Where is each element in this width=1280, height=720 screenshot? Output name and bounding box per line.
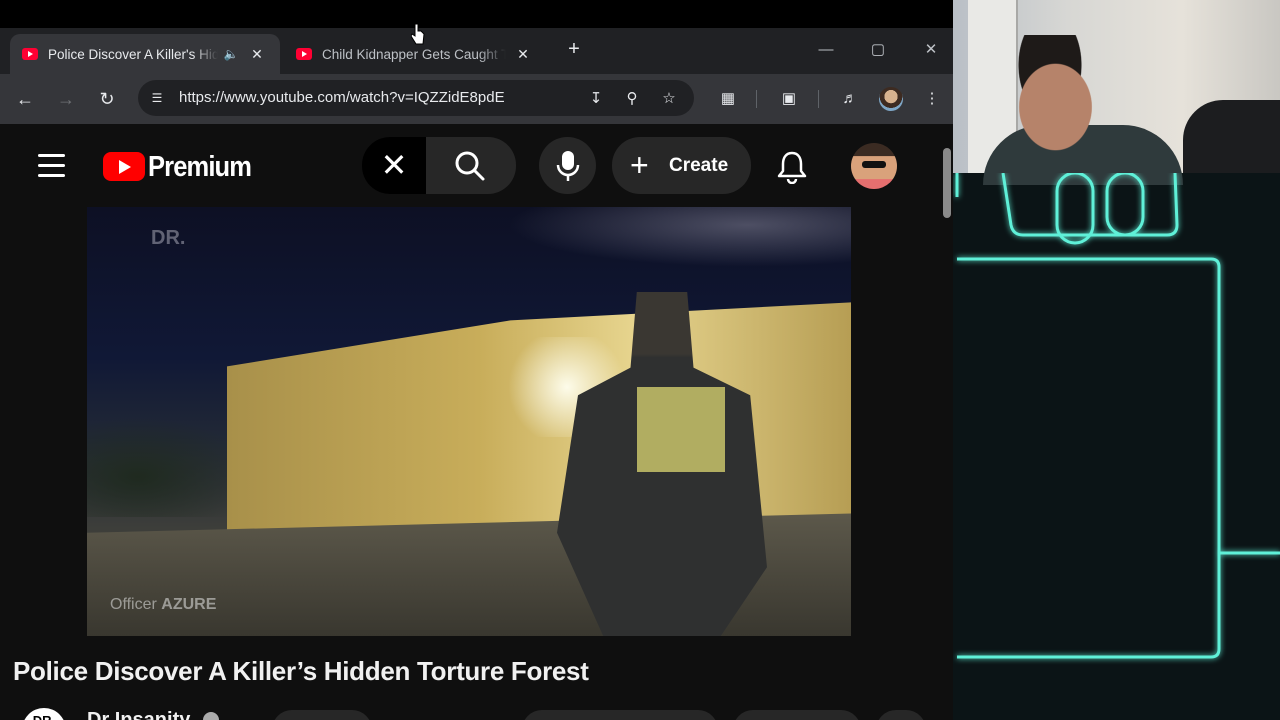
webcam-person-head xyxy=(995,35,1105,155)
reload-icon[interactable]: ↻ xyxy=(94,86,120,112)
video-frame-sky xyxy=(507,207,851,267)
bell-icon[interactable] xyxy=(776,150,808,185)
zoom-icon[interactable]: ⚲ xyxy=(621,88,643,110)
youtube-header: Premium ✕ + Create xyxy=(0,124,940,206)
page-scrollbar[interactable] xyxy=(940,124,953,720)
youtube-page: Premium ✕ + Create DR. Officer AZURE Pol… xyxy=(0,124,953,720)
neon-frame-graphic xyxy=(955,173,1280,659)
verified-icon xyxy=(203,712,219,720)
mic-icon xyxy=(556,151,580,181)
window-close-icon[interactable]: ✕ xyxy=(916,40,946,60)
kebab-menu-icon[interactable]: ⋮ xyxy=(921,88,943,110)
new-tab-button[interactable]: + xyxy=(562,38,586,62)
watermark-caption-prefix: Officer xyxy=(110,596,157,613)
extensions-icon[interactable]: ▦ xyxy=(717,88,739,110)
watermark-caption: Officer AZURE xyxy=(110,596,216,614)
youtube-brand[interactable]: Premium xyxy=(148,151,252,184)
browser-window: Police Discover A Killer's Hidden Tortur… xyxy=(0,0,953,720)
more-actions-button[interactable] xyxy=(876,710,926,720)
hamburger-menu-icon[interactable] xyxy=(38,154,65,177)
site-info-icon[interactable]: ☰ xyxy=(148,89,166,107)
subscribe-button[interactable] xyxy=(272,710,372,720)
webcam-feed xyxy=(953,0,1280,185)
plus-icon: + xyxy=(630,147,649,183)
channel-name[interactable]: Dr Insanity xyxy=(87,709,190,720)
minimize-icon[interactable]: — xyxy=(811,40,841,60)
address-bar[interactable]: ☰ https://www.youtube.com/watch?v=IQZZid… xyxy=(138,80,694,116)
share-button[interactable] xyxy=(733,710,861,720)
tab-title: Child Kidnapper Gets Caught Trying xyxy=(322,46,506,62)
owner-row: DR. Dr Insanity xyxy=(0,704,940,720)
tab-active[interactable]: Police Discover A Killer's Hidden Tortur… xyxy=(10,34,280,74)
search-button[interactable] xyxy=(426,137,516,194)
voice-search-button[interactable] xyxy=(539,137,596,194)
create-label: Create xyxy=(669,155,729,176)
youtube-logo-icon[interactable] xyxy=(103,152,145,181)
tab-strip: Police Discover A Killer's Hidden Tortur… xyxy=(0,0,953,74)
install-icon[interactable]: ↧ xyxy=(585,88,607,110)
screen: Police Discover A Killer's Hidden Tortur… xyxy=(0,0,1280,720)
url-text[interactable]: https://www.youtube.com/watch?v=IQZZidE8… xyxy=(179,89,505,106)
stream-overlay xyxy=(953,0,1280,720)
audio-playing-icon[interactable]: 🔈 xyxy=(222,47,240,61)
scrollbar-thumb[interactable] xyxy=(943,148,951,218)
toolbar-divider xyxy=(818,90,819,108)
close-tab-icon[interactable]: ✕ xyxy=(512,46,534,63)
create-button[interactable]: + Create xyxy=(612,137,751,194)
video-title: Police Discover A Killer’s Hidden Tortur… xyxy=(13,656,589,686)
profile-avatar[interactable] xyxy=(879,87,903,111)
tab-title: Police Discover A Killer's Hidden Tortur… xyxy=(48,46,218,62)
browser-toolbar: ← → ↻ ☰ https://www.youtube.com/watch?v=… xyxy=(0,74,953,124)
reading-list-icon[interactable]: ▣ xyxy=(778,88,800,110)
media-controls-icon[interactable]: ♬ xyxy=(839,88,861,110)
watermark-caption-name: AZURE xyxy=(161,596,217,613)
close-search-button[interactable]: ✕ xyxy=(362,137,426,194)
toolbar-divider xyxy=(756,90,757,108)
webcam-chair xyxy=(1183,100,1280,173)
forward-icon[interactable]: → xyxy=(53,86,79,112)
like-dislike-button[interactable] xyxy=(522,710,718,720)
video-frame-shirt-print xyxy=(637,387,725,472)
account-avatar[interactable] xyxy=(851,143,897,189)
channel-avatar[interactable]: DR. xyxy=(22,708,66,720)
search-icon xyxy=(455,151,485,181)
maximize-icon[interactable]: ▢ xyxy=(863,40,893,60)
close-tab-icon[interactable]: ✕ xyxy=(246,46,268,63)
video-player[interactable]: DR. Officer AZURE xyxy=(87,207,851,636)
youtube-favicon-icon xyxy=(296,48,312,60)
back-icon[interactable]: ← xyxy=(12,86,38,112)
mouse-cursor-icon xyxy=(411,23,425,45)
youtube-favicon-icon xyxy=(22,48,38,60)
star-icon[interactable]: ☆ xyxy=(658,88,680,110)
watermark-logo: DR. xyxy=(151,227,186,249)
